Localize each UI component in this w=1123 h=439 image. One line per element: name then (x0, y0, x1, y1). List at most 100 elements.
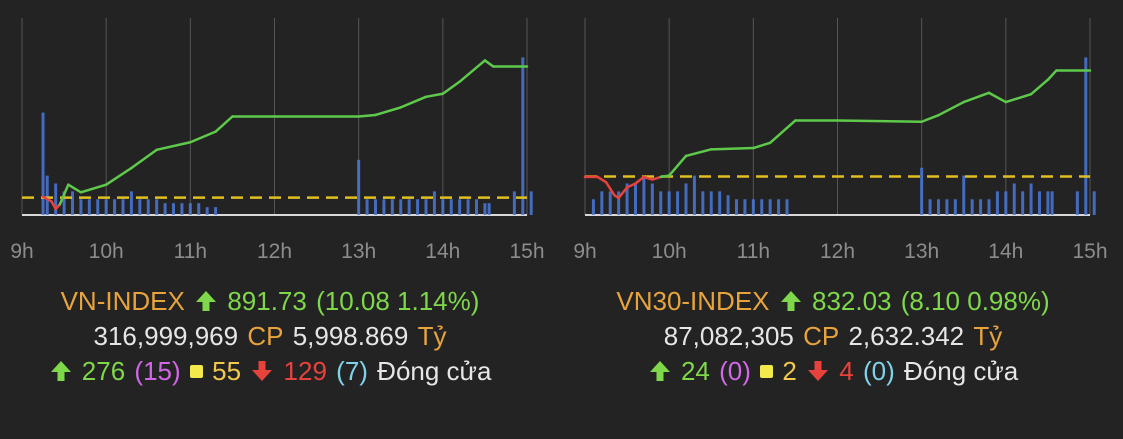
volume-bar (205, 207, 209, 215)
index-name: VN-INDEX (60, 286, 185, 316)
volume-bar (475, 199, 478, 215)
volume-bar (718, 191, 722, 215)
volume-bar (953, 199, 957, 215)
volume-bar (357, 159, 361, 215)
volume-bar (1012, 183, 1016, 215)
index-value: 891.73 (227, 286, 307, 316)
volume-bar (768, 199, 772, 215)
volume-bar (172, 203, 175, 215)
volume-bar (945, 199, 949, 215)
price-line-segment (79, 183, 108, 194)
vn-index-chart: 9h 10h 11h 12h 13h 14h 15h (10, 18, 545, 263)
index-name: VN30-INDEX (616, 286, 770, 316)
volume-bar (937, 199, 940, 215)
volume-bar (188, 203, 192, 215)
advances-count: 276 (81, 356, 126, 386)
x-tick-label: 9h (573, 240, 596, 263)
arrow-up-icon (194, 289, 218, 320)
volume-bar (180, 203, 184, 215)
volume-bar (155, 199, 159, 215)
price-line-segment (1046, 69, 1058, 81)
vn-index-breadth-line: 276 (15) 55 129 (7) Đóng cửa (0, 356, 540, 390)
vn30-index-breadth-line: 24 (0) 2 4 (0) Đóng cửa (563, 356, 1103, 390)
volume-bar (920, 167, 924, 215)
x-tick-label: 15h (1072, 240, 1107, 263)
volume-bar (659, 191, 663, 215)
volume-bar (735, 199, 738, 215)
price-line-segment (441, 80, 461, 96)
price-line-segment (836, 119, 923, 124)
x-tick-label: 11h (737, 240, 770, 263)
price-line-segment (483, 59, 495, 68)
price-line-segment (155, 141, 192, 152)
x-tick-label: 14h (425, 240, 460, 263)
floor-count: (0) (863, 356, 895, 386)
price-line-segment (752, 141, 772, 150)
x-tick-label: 9h (10, 240, 33, 263)
price-line-segment (458, 59, 487, 83)
unchanged-count: 2 (782, 356, 797, 386)
volume-bar (529, 191, 533, 215)
volume-bar (71, 191, 74, 215)
volume-bar (650, 183, 654, 215)
market-status: Đóng cửa (904, 356, 1019, 386)
total-volume: 87,082,305 (663, 321, 794, 351)
volume-bar (1046, 191, 1050, 215)
unit-label: Tỷ (417, 321, 447, 351)
cp-label: CP (247, 321, 284, 351)
volume-bar (684, 183, 688, 215)
cp-label: CP (803, 321, 840, 351)
volume-bar (483, 203, 487, 215)
volume-bar (1004, 191, 1008, 215)
price-line-segment (104, 166, 133, 186)
total-value: 5,998.869 (292, 321, 409, 351)
volume-bar (382, 199, 386, 215)
volume-bar (979, 199, 983, 215)
volume-bar (54, 183, 58, 215)
volume-bar (424, 199, 428, 215)
volume-bar (692, 175, 696, 215)
volume-bar (642, 175, 646, 215)
floor-count: (7) (336, 356, 368, 386)
volume-bar (634, 183, 637, 215)
price-line-segment (920, 113, 940, 124)
volume-bar (760, 199, 764, 215)
arrow-up-icon (49, 359, 73, 390)
volume-bar (441, 199, 445, 215)
x-tick-label: 12h (257, 240, 292, 263)
volume-bar (1084, 57, 1088, 216)
unit-label: Tỷ (973, 321, 1003, 351)
volume-bar (995, 191, 999, 215)
price-line-segment (768, 119, 797, 145)
vn30-index-headline: VN30-INDEX 832.03 (8.10 0.98%) (563, 286, 1103, 320)
vn30-index-panel: 9h 10h 11h 12h 13h 14h 15h VN30-INDEX 832.03 (… (563, 0, 1108, 439)
volume-bar (487, 203, 491, 215)
volume-bar (608, 191, 612, 215)
price-line-segment (1004, 92, 1033, 104)
volume-bar (104, 199, 108, 215)
x-tick-label: 12h (820, 240, 855, 263)
volume-bar (374, 199, 377, 215)
price-line-segment (937, 100, 965, 117)
volume-bar (96, 199, 100, 215)
price-line-segment (424, 92, 445, 99)
volume-bar (1075, 191, 1079, 215)
volume-bar (1021, 191, 1025, 215)
arrow-down-icon (250, 359, 274, 390)
declines-count: 129 (283, 356, 327, 386)
volume-bar (365, 199, 369, 215)
vn30-index-volume-line: 87,082,305 CP 2,632.342 Tỷ (563, 321, 1103, 352)
volume-bar (709, 191, 713, 215)
volume-bar (962, 175, 966, 215)
volume-bar (521, 57, 525, 216)
price-line-segment (189, 130, 217, 144)
price-line-segment (710, 146, 755, 151)
volume-bar (743, 199, 747, 215)
volume-bar (701, 191, 705, 215)
volume-bar (667, 191, 671, 215)
x-tick-label: 14h (988, 240, 1023, 263)
x-tick-label: 11h (174, 240, 207, 263)
volume-bar (928, 199, 932, 215)
volume-bar (79, 199, 83, 215)
price-line-segment (667, 154, 688, 177)
